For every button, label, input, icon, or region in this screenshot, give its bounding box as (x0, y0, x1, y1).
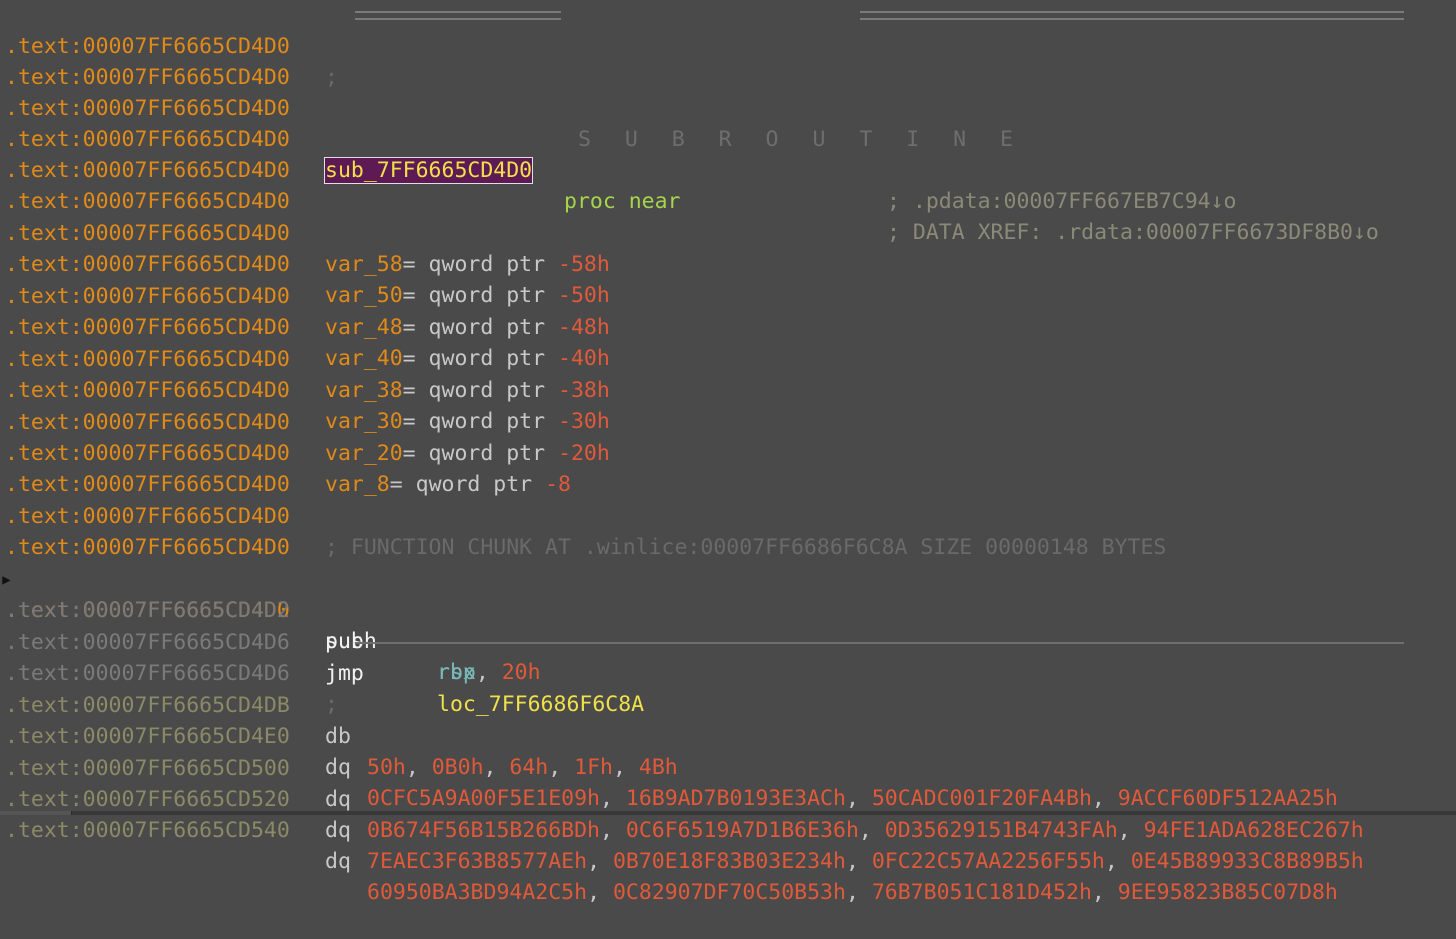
var-line[interactable]: .text:00007FF6665CD4D0 var_8= qword ptr … (0, 407, 1456, 497)
data-value: 76B7B051C181D452h (871, 880, 1092, 905)
separator-rule (355, 642, 1404, 644)
listing-line[interactable]: .text:00007FF6665CD4D0 (0, 155, 1456, 214)
value-separator: , (587, 880, 613, 905)
var-line[interactable]: .text:00007FF6665CD4D0 var_58= qword ptr… (0, 187, 1456, 277)
directive: dq (325, 818, 351, 843)
data-value: 60950BA3BD94A2C5h (367, 880, 588, 905)
listing-line[interactable]: .text:00007FF6665CD4D0 (0, 62, 1456, 121)
data-value: 0E45B89933C8B89B5h (1130, 849, 1364, 874)
data-value: 7EAEC3F63B8577AEh (367, 849, 588, 874)
data-line[interactable]: .text:00007FF6665CD4E0 dq 0CFC5A9A00F5E1… (0, 690, 1456, 811)
var-line[interactable]: .text:00007FF6665CD4D0 var_40= qword ptr… (0, 281, 1456, 371)
value-separator: , (1117, 818, 1144, 843)
data-value: 0FC22C57AA2256F55h (871, 849, 1105, 874)
data-line[interactable]: .text:00007FF6665CD520 dq 7EAEC3F63B8577… (0, 753, 1456, 874)
var-line[interactable]: .text:00007FF6665CD4D0 var_30= qword ptr… (0, 344, 1456, 434)
var-line[interactable]: .text:00007FF6665CD4D0 var_50= qword ptr… (0, 218, 1456, 308)
data-value: 0D35629151B4743FAh (884, 818, 1118, 843)
data-value: 0B70E18F83B03E234h (612, 849, 846, 874)
data-value: 0C82907DF70C50B53h (612, 880, 846, 905)
data-line[interactable]: .text:00007FF6665CD4DB db 50h, 0B0h, 64h… (0, 659, 1456, 780)
var-line[interactable]: .text:00007FF6665CD4D0 var_48= qword ptr… (0, 250, 1456, 340)
data-value: 0B674F56B15B266BDh (367, 818, 600, 843)
instruction-line[interactable]: ▸ .text:00007FF6665CD4D0 push rbx (0, 533, 1456, 685)
scrollbar-thumb[interactable] (0, 811, 71, 815)
data-value: 94FE1ADA628EC267h (1143, 818, 1364, 843)
instruction-line[interactable]: .text:00007FF6665CD4D2 sub rsp, 20h (0, 564, 1456, 685)
data-values: 7EAEC3F63B8577AEh, 0B70E18F83B03E234h, 0… (367, 846, 1364, 877)
separator-rule-left (355, 11, 561, 20)
function-chunk-line[interactable]: .text:00007FF6665CD4D0 ; FUNCTION CHUNK … (0, 470, 1456, 560)
data-value: 9EE95823B85C07D8h (1117, 880, 1338, 905)
data-values: 60950BA3BD94A2C5h, 0C82907DF70C50B53h, 7… (367, 877, 1338, 908)
separator-rule-right (860, 11, 1404, 20)
value-separator: , (845, 880, 872, 905)
data-value: 0C6F6519A7D1B6E36h (625, 818, 859, 843)
value-separator: , (858, 818, 885, 843)
directive: dq (325, 849, 351, 874)
address: .text:00007FF6665CD540 (5, 818, 290, 843)
listing-line[interactable]: .text:00007FF6665CD4D0 ; .pdata:00007FF6… (0, 124, 1456, 214)
data-values: 0B674F56B15B266BDh, 0C6F6519A7D1B6E36h, … (367, 815, 1364, 846)
subroutine-header-line[interactable]: .text:00007FF6665CD4D0 ; S U B R O U T I… (0, 0, 1456, 152)
value-separator: , (600, 818, 626, 843)
horizontal-scrollbar[interactable] (0, 811, 1456, 815)
value-separator: , (587, 849, 613, 874)
listing-line[interactable]: .text:00007FF6665CD4D0 (0, 31, 1456, 90)
value-separator: , (1104, 849, 1131, 874)
data-line[interactable]: .text:00007FF6665CD500 dq 0B674F56B15B26… (0, 722, 1456, 843)
scrollbar-track[interactable] (72, 811, 1456, 815)
var-line[interactable]: .text:00007FF6665CD4D0 var_20= qword ptr… (0, 376, 1456, 466)
value-separator: , (1091, 880, 1118, 905)
listing-line[interactable]: .text:00007FF6665CD4D0 (0, 501, 1456, 560)
instruction-line[interactable]: .text:00007FF6665CD4D6 jmp loc_7FF6686F6… (0, 596, 1456, 717)
listing-line[interactable]: .text:00007FF6665CD4D0 (0, 438, 1456, 497)
separator-line[interactable]: .text:00007FF6665CD4D6 ; (0, 627, 1456, 717)
proc-declaration-line[interactable]: .text:00007FF6665CD4D0 sub_7FF6665CD4D0 … (0, 93, 1456, 245)
disassembly-listing[interactable]: .text:00007FF6665CD4D0 ; S U B R O U T I… (0, 0, 1456, 905)
value-separator: , (845, 849, 872, 874)
var-line[interactable]: .text:00007FF6665CD4D0 var_38= qword ptr… (0, 313, 1456, 403)
